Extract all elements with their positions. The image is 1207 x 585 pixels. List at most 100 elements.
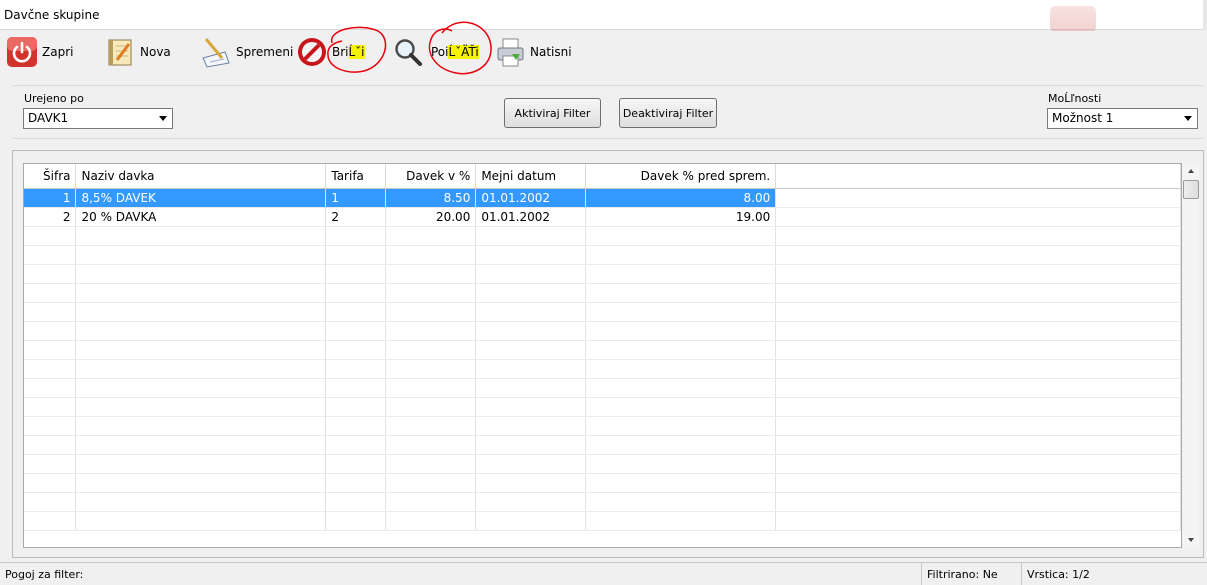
table-row[interactable]: 1 8,5% DAVEK 1 8.50 01.01.2002 8.00 (24, 188, 1181, 208)
column-header-filler (775, 164, 1181, 189)
vertical-scrollbar[interactable] (1183, 163, 1199, 548)
spremeni-button[interactable]: Spremeni (200, 35, 293, 69)
title-bar: Davčne skupine (0, 0, 1207, 32)
cell-sifra: 1 (24, 188, 77, 208)
column-header-davek-pred-sprem[interactable]: Davek % pred sprem. (585, 164, 777, 189)
urejeno-select[interactable]: DAVK1 (23, 108, 173, 129)
chevron-down-icon (159, 116, 167, 121)
empty-cell (75, 435, 327, 455)
empty-cell (475, 245, 587, 265)
empty-cell (24, 226, 77, 246)
empty-row (24, 473, 1181, 493)
empty-cell (75, 321, 327, 341)
urejeno-label: Urejeno po (24, 92, 84, 105)
empty-cell (585, 435, 777, 455)
deaktiviraj-filter-button[interactable]: Deaktiviraj Filter (619, 98, 717, 128)
empty-cell (585, 511, 777, 531)
empty-cell (325, 454, 387, 474)
zapri-label: Zapri (42, 45, 74, 59)
empty-row (24, 397, 1181, 417)
empty-cell (325, 435, 387, 455)
moznosti-select[interactable]: Možnost 1 (1047, 108, 1198, 129)
empty-cell (475, 397, 587, 417)
empty-cell (585, 492, 777, 512)
empty-cell (385, 321, 477, 341)
zapri-button[interactable]: Zapri (6, 35, 73, 69)
scroll-down-arrow-icon[interactable] (1188, 538, 1194, 542)
empty-row (24, 321, 1181, 341)
cell-davek: 8.50 (385, 188, 477, 208)
empty-cell (325, 378, 387, 398)
empty-cell (585, 340, 777, 360)
empty-cell (585, 321, 777, 341)
empty-cell (585, 473, 777, 493)
empty-row (24, 226, 1181, 246)
empty-cell (475, 226, 587, 246)
column-header-mejni-datum[interactable]: Mejni datum (475, 164, 587, 189)
empty-cell (24, 340, 77, 360)
empty-cell (385, 226, 477, 246)
cell-tarifa: 2 (325, 207, 387, 227)
moznosti-label: MoĹľnosti (1048, 92, 1102, 105)
empty-cell (75, 283, 327, 303)
status-vrstica: Vrstica: 1/2 (1021, 563, 1207, 585)
cell-sifra: 2 (24, 207, 77, 227)
status-pogoj: Pogoj za filter: (5, 568, 84, 581)
empty-cell (75, 359, 327, 379)
aktiviraj-filter-button[interactable]: Aktiviraj Filter (504, 98, 601, 128)
empty-cell (24, 473, 77, 493)
cell-pred: 8.00 (585, 188, 777, 208)
empty-cell (585, 283, 777, 303)
empty-cell (24, 321, 77, 341)
empty-cell (475, 340, 587, 360)
empty-cell (385, 473, 477, 493)
empty-cell (775, 283, 1181, 303)
column-header-tarifa[interactable]: Tarifa (325, 164, 387, 189)
empty-cell (24, 492, 77, 512)
nova-label: Nova (140, 45, 171, 59)
empty-row (24, 416, 1181, 436)
empty-cell (585, 378, 777, 398)
empty-cell (385, 492, 477, 512)
tax-groups-grid[interactable]: Šifra Naziv davka Tarifa Davek v % Mejni… (23, 163, 1182, 548)
empty-row (24, 359, 1181, 379)
status-filtrirano: Filtrirano: Ne (921, 563, 1021, 585)
empty-cell (775, 340, 1181, 360)
column-header-sifra[interactable]: Šifra (24, 164, 77, 189)
cell-pred: 19.00 (585, 207, 777, 227)
empty-cell (75, 226, 327, 246)
table-row[interactable]: 2 20 % DAVKA 2 20.00 01.01.2002 19.00 (24, 207, 1181, 227)
toolbar: Zapri Nova Spremeni BriĹˇi PoiĹˇÄŤi Nati… (0, 21, 1207, 75)
empty-cell (325, 264, 387, 284)
empty-cell (475, 378, 587, 398)
window-title: Davčne skupine (4, 8, 100, 22)
filter-panel: Urejeno po DAVK1 Aktiviraj Filter Deakti… (12, 85, 1204, 139)
empty-cell (475, 416, 587, 436)
scroll-up-arrow-icon[interactable] (1188, 169, 1194, 173)
column-header-davek[interactable]: Davek v % (385, 164, 477, 189)
scroll-thumb[interactable] (1183, 180, 1199, 199)
empty-cell (585, 397, 777, 417)
nova-button[interactable]: Nova (104, 35, 171, 69)
empty-cell (385, 416, 477, 436)
empty-cell (325, 511, 387, 531)
empty-cell (24, 435, 77, 455)
empty-cell (385, 435, 477, 455)
empty-cell (75, 511, 327, 531)
empty-cell (775, 492, 1181, 512)
empty-cell (24, 302, 77, 322)
empty-row (24, 264, 1181, 284)
empty-cell (475, 321, 587, 341)
empty-cell (24, 416, 77, 436)
empty-cell (385, 359, 477, 379)
empty-cell (385, 378, 477, 398)
empty-cell (75, 416, 327, 436)
natisni-label: Natisni (530, 45, 572, 59)
empty-cell (75, 302, 327, 322)
column-header-naziv[interactable]: Naziv davka (75, 164, 327, 189)
empty-cell (775, 511, 1181, 531)
empty-cell (775, 416, 1181, 436)
empty-cell (385, 245, 477, 265)
red-annotation-circle-poisci (428, 21, 492, 75)
natisni-button[interactable]: Natisni (494, 35, 572, 69)
